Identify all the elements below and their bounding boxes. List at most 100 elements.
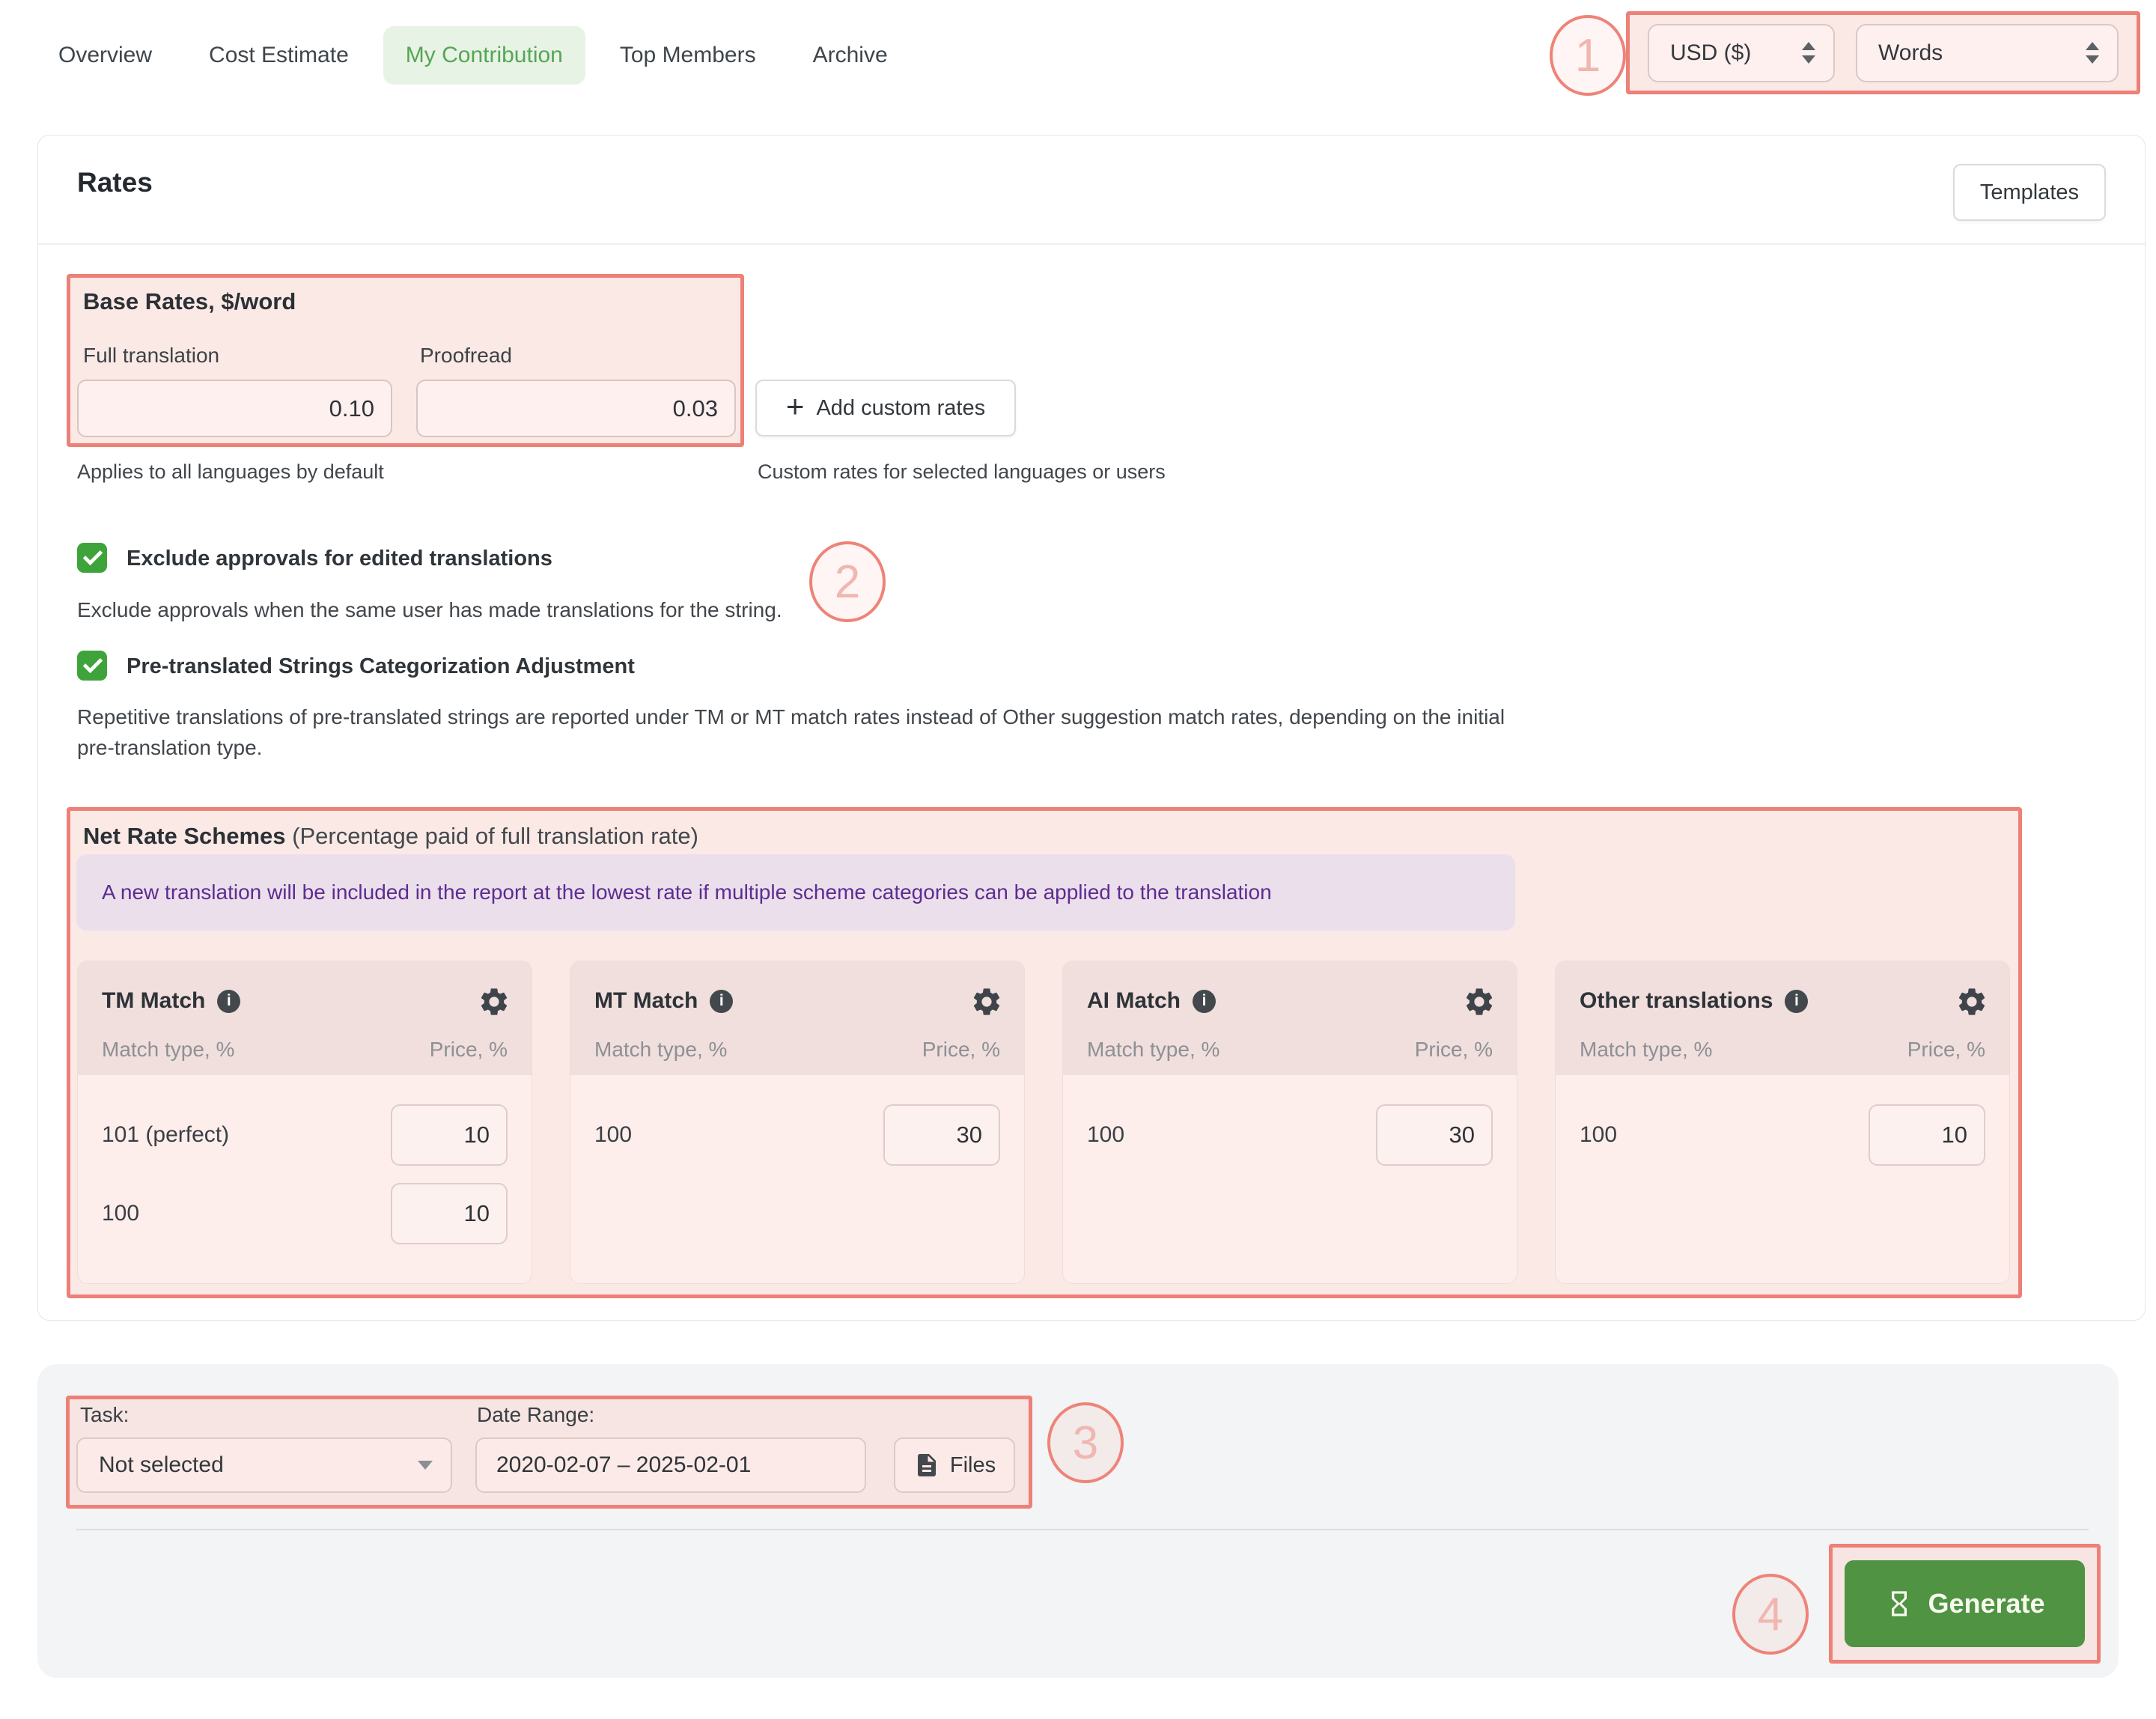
templates-button[interactable]: Templates (1953, 164, 2106, 221)
proofread-label: Proofread (420, 344, 512, 368)
reports-page: { "nav": { "tabs": [ {"label": "Overview… (0, 0, 2156, 1719)
annotation-circle-1: 1 (1550, 15, 1626, 96)
lowest-rate-notice-text: A new translation will be included in th… (102, 880, 1272, 904)
info-icon[interactable]: i (710, 990, 733, 1013)
match-row-label: 101 (perfect) (102, 1104, 229, 1166)
task-daterange-highlight: Task: Date Range: Not selected Files (66, 1396, 1032, 1509)
match-row-label: 100 (1580, 1104, 1617, 1166)
exclude-approvals-checkbox[interactable] (77, 543, 107, 573)
net-rate-schemes-subtitle: (Percentage paid of full translation rat… (292, 823, 698, 849)
report-tabs: Overview Cost Estimate My Contribution T… (58, 27, 888, 84)
tab-overview[interactable]: Overview (58, 43, 152, 68)
match-type-header: Match type, % (1087, 1038, 1219, 1062)
add-custom-rates-button[interactable]: + Add custom rates (755, 380, 1016, 436)
price-header: Price, % (1415, 1038, 1493, 1062)
match-type-header: Match type, % (594, 1038, 727, 1062)
updown-arrows-icon (2086, 42, 2099, 64)
other-translations-card: Other translations i Match type, % Price… (1555, 961, 2010, 1284)
other-translations-title: Other translations (1580, 988, 1773, 1014)
tm-match-title: TM Match (102, 988, 205, 1014)
panel-divider (76, 1529, 2089, 1530)
currency-value: USD ($) (1670, 40, 1751, 66)
annotation-circle-3: 3 (1047, 1402, 1124, 1483)
unit-value: Words (1878, 40, 1943, 66)
price-input[interactable] (1869, 1104, 1985, 1166)
add-custom-rates-label: Add custom rates (816, 396, 985, 421)
annotation-circle-2: 2 (809, 541, 886, 622)
ai-match-card: AI Match i Match type, % Price, % 100 (1062, 961, 1517, 1284)
match-type-header: Match type, % (102, 1038, 234, 1062)
net-rate-schemes-highlight: Net Rate Schemes (Percentage paid of ful… (67, 807, 2022, 1298)
ai-match-title-row: AI Match i (1087, 988, 1216, 1014)
other-translations-header: Other translations i Match type, % Price… (1556, 961, 2009, 1075)
date-range-input[interactable] (475, 1437, 866, 1493)
mt-match-title: MT Match (594, 988, 698, 1014)
gear-icon[interactable] (1955, 985, 1988, 1018)
units-highlight: USD ($) Words (1626, 11, 2140, 94)
base-rates-highlight: Base Rates, $/word Full translation Proo… (67, 274, 744, 447)
full-translation-label: Full translation (83, 344, 219, 368)
mt-match-title-row: MT Match i (594, 988, 733, 1014)
pretranslated-adjustment-label: Pre-translated Strings Categorization Ad… (127, 654, 635, 679)
card-header-divider (38, 243, 2145, 245)
annotation-circle-4: 4 (1732, 1574, 1809, 1655)
price-header: Price, % (1907, 1038, 1985, 1062)
generate-label: Generate (1928, 1588, 2044, 1619)
file-icon (913, 1452, 940, 1479)
exclude-approvals-helper: Exclude approvals when the same user has… (77, 598, 782, 622)
price-header: Price, % (430, 1038, 508, 1062)
task-select[interactable]: Not selected (76, 1437, 452, 1493)
ai-match-title: AI Match (1087, 988, 1181, 1014)
custom-rates-helper: Custom rates for selected languages or u… (758, 460, 1166, 484)
files-label: Files (950, 1453, 996, 1478)
net-rate-schemes-title: Net Rate Schemes (83, 823, 286, 849)
net-rate-schemes-heading: Net Rate Schemes (Percentage paid of ful… (83, 823, 698, 850)
pretranslated-adjustment-checkbox[interactable] (77, 651, 107, 681)
tm-match-title-row: TM Match i (102, 988, 240, 1014)
info-icon[interactable]: i (217, 990, 240, 1013)
full-translation-input[interactable] (77, 380, 392, 437)
tab-top-members[interactable]: Top Members (620, 43, 756, 68)
tab-my-contribution[interactable]: My Contribution (383, 26, 585, 85)
exclude-approvals-label: Exclude approvals for edited translation… (127, 547, 552, 571)
tab-archive[interactable]: Archive (813, 43, 888, 68)
generate-button[interactable]: Generate (1845, 1560, 2085, 1647)
report-tabs-bar: Overview Cost Estimate My Contribution T… (0, 0, 2156, 135)
price-header: Price, % (922, 1038, 1000, 1062)
rates-card: Rates Templates Base Rates, $/word Full … (37, 135, 2146, 1321)
info-icon[interactable]: i (1785, 990, 1808, 1013)
task-value: Not selected (99, 1452, 224, 1478)
price-input[interactable] (1376, 1104, 1493, 1166)
match-row-label: 100 (102, 1183, 139, 1244)
gear-icon[interactable] (1463, 985, 1496, 1018)
mt-match-header: MT Match i Match type, % Price, % (570, 961, 1024, 1075)
gear-icon[interactable] (970, 985, 1003, 1018)
card-title: Rates (77, 167, 153, 198)
base-rates-heading: Base Rates, $/word (83, 288, 296, 315)
price-input[interactable] (391, 1104, 508, 1166)
currency-select[interactable]: USD ($) (1648, 24, 1835, 82)
tm-match-header: TM Match i Match type, % Price, % (78, 961, 532, 1075)
price-input[interactable] (391, 1183, 508, 1244)
mt-match-card: MT Match i Match type, % Price, % 100 (570, 961, 1025, 1284)
unit-select[interactable]: Words (1856, 24, 2119, 82)
updown-arrows-icon (1802, 42, 1815, 64)
lowest-rate-notice: A new translation will be included in th… (76, 854, 1515, 931)
gear-icon[interactable] (478, 985, 511, 1018)
proofread-input[interactable] (416, 380, 736, 437)
tm-match-card: TM Match i Match type, % Price, % 101 (p… (77, 961, 532, 1284)
match-type-header: Match type, % (1580, 1038, 1712, 1062)
price-input[interactable] (883, 1104, 1000, 1166)
match-row-label: 100 (1087, 1104, 1124, 1166)
info-icon[interactable]: i (1193, 990, 1216, 1013)
generate-panel: Task: Date Range: Not selected Files 3 4… (37, 1364, 2119, 1678)
files-button[interactable]: Files (894, 1437, 1015, 1493)
caret-down-icon (418, 1461, 433, 1470)
pretranslated-adjustment-helper: Repetitive translations of pre-translate… (77, 702, 1533, 763)
ai-match-header: AI Match i Match type, % Price, % (1063, 961, 1517, 1075)
tab-cost-estimate[interactable]: Cost Estimate (209, 43, 349, 68)
match-row-label: 100 (594, 1104, 632, 1166)
base-rates-helper: Applies to all languages by default (77, 460, 384, 484)
generate-highlight: Generate (1829, 1544, 2101, 1664)
hourglass-icon (1884, 1589, 1914, 1619)
